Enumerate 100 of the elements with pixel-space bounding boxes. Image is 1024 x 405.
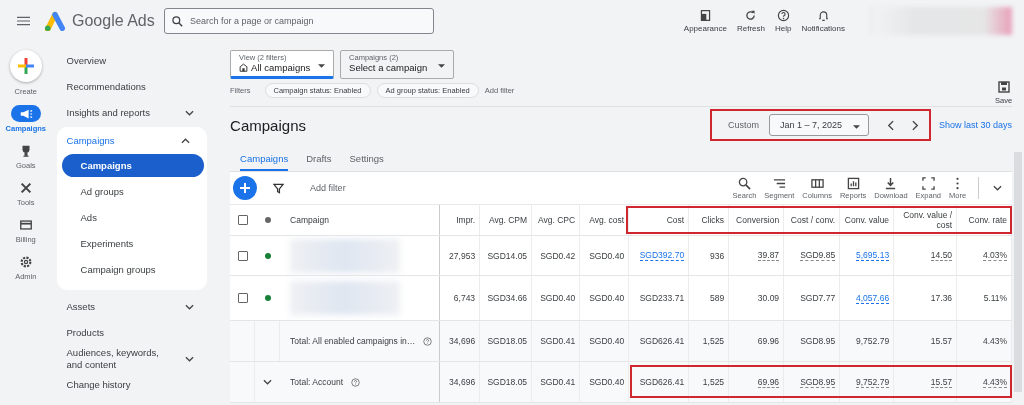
table-cell: 69.96 [757, 336, 780, 346]
table-cell: 1,525 [702, 377, 725, 387]
column-header[interactable]: Impr. [456, 215, 476, 225]
table-cell: SGD18.05 [487, 377, 528, 387]
table-cell: SGD626.41 [639, 336, 685, 346]
nav-item[interactable]: Audiences, keywords, and content [58, 346, 194, 372]
bell-icon [816, 9, 830, 22]
table-cell: SGD34.66 [487, 293, 528, 303]
table-cell: 27,953 [449, 250, 476, 261]
column-header[interactable]: Conv. rate [968, 215, 1008, 225]
chevron-icon [184, 110, 194, 116]
chevron-down-icon[interactable] [993, 185, 1003, 191]
nav-item[interactable]: Assets [58, 294, 194, 320]
menu-icon[interactable] [17, 16, 30, 26]
expand-icon [921, 176, 935, 190]
add-button[interactable] [233, 176, 258, 200]
table-cell: 9,752.79 [856, 376, 890, 388]
table-cell: 589 [709, 293, 725, 303]
table-cell: 14.50 [930, 250, 953, 261]
table-cell: 4.03% [983, 250, 1008, 261]
nav-item[interactable]: Change history [58, 372, 194, 398]
column-header[interactable]: Avg. CPC [537, 215, 576, 225]
help-icon[interactable] [423, 336, 433, 346]
tab[interactable]: Drafts [306, 143, 332, 171]
caret-icon [318, 64, 326, 68]
column-header[interactable]: Conv. value [844, 215, 890, 225]
card-icon [18, 217, 33, 232]
table-cell: 34,696 [449, 377, 476, 387]
total-label: Total: Account [290, 377, 344, 387]
table-cell: SGD0.42 [540, 250, 576, 261]
table-cell[interactable]: SGD392.70 [639, 250, 685, 261]
nav-item[interactable]: Recommendations [58, 74, 194, 100]
row-checkbox[interactable] [237, 250, 248, 261]
select-all-checkbox[interactable] [237, 215, 248, 225]
table-cell: 34,696 [449, 336, 476, 346]
table-cell: SGD0.40 [540, 293, 576, 303]
table-cell: SGD18.05 [487, 336, 528, 346]
toolbar-button[interactable]: Notifications [799, 9, 847, 33]
table-cell: SGD8.95 [800, 376, 836, 388]
nav-item[interactable]: Campaigns [56, 128, 190, 154]
chart-icon [846, 176, 860, 190]
table-cell: 39.87 [757, 250, 780, 261]
table-cell: 5.11% [983, 293, 1008, 303]
nav-subitem[interactable]: Experiments [61, 232, 204, 255]
nav-item[interactable]: Insights and reports [58, 100, 194, 126]
column-header[interactable]: Cost / conv. [790, 215, 836, 225]
plus-icon [9, 50, 42, 82]
filter-icon[interactable] [273, 182, 285, 194]
toolbar-button[interactable]: Appearance [681, 9, 729, 33]
table-cell: SGD14.05 [487, 250, 528, 261]
table-cell: 17.36 [930, 293, 953, 303]
settings-icon [18, 254, 33, 269]
add-filter-button[interactable]: Add filter [310, 183, 346, 193]
previous-icon[interactable] [887, 119, 895, 131]
table-cell: SGD9.85 [800, 250, 836, 261]
nav-item[interactable]: Overview [58, 48, 194, 74]
table-cell[interactable]: 5,695.13 [856, 250, 890, 261]
nav-item[interactable]: Products [58, 320, 194, 346]
table-cell: 69.96 [757, 376, 780, 388]
table-cell: SGD7.77 [800, 293, 836, 303]
chevron-icon [184, 356, 194, 362]
logo-icon [44, 11, 66, 31]
column-header[interactable]: Conversion [736, 215, 780, 225]
toolbar-button[interactable]: Refresh [734, 9, 767, 33]
page-title: Campaigns [230, 116, 306, 134]
column-header[interactable]: Conv. value / cost [898, 210, 953, 230]
search-field[interactable]: Search for a page or campaign [164, 8, 434, 34]
download-icon [884, 176, 898, 190]
column-header[interactable]: Avg. CPM [489, 215, 528, 225]
nav-subitem[interactable]: Ads [61, 206, 204, 229]
column-header[interactable]: Avg. cost [589, 215, 625, 225]
search-icon [172, 16, 183, 27]
column-header[interactable]: Campaign [290, 215, 329, 225]
tools-icon [18, 180, 33, 195]
table-cell: SGD8.95 [800, 336, 836, 346]
table-cell: SGD0.41 [540, 377, 576, 387]
table-cell: 4.43% [983, 376, 1008, 388]
product-name: Google Ads [72, 12, 156, 30]
tab[interactable]: Settings [349, 143, 384, 171]
nav-subitem[interactable]: Campaigns [61, 154, 204, 177]
column-header[interactable]: Clicks [701, 215, 725, 225]
next-icon[interactable] [912, 119, 920, 131]
toolbar-button[interactable]: Help [772, 9, 794, 33]
nav-subitem[interactable]: Campaign groups [61, 258, 204, 281]
table-cell: 15.57 [930, 336, 953, 346]
date-range-label: Custom [728, 120, 759, 130]
help-icon[interactable] [351, 377, 361, 387]
nav-subitem[interactable]: Ad groups [61, 180, 204, 203]
date-range-dropdown[interactable]: Jan 1 – 7, 2025 [769, 114, 870, 136]
chevron-icon [184, 304, 194, 310]
table-cell[interactable]: 4,057.66 [856, 292, 890, 304]
show-last-30-days-link[interactable]: Show last 30 days [939, 120, 1013, 130]
table-cell: 4.43% [983, 336, 1008, 346]
chevron-down-icon[interactable] [263, 379, 273, 385]
row-checkbox[interactable] [237, 293, 248, 303]
help-icon [776, 9, 790, 22]
panel-icon [698, 9, 712, 22]
table-cell: SGD0.41 [540, 336, 576, 346]
total-label: Total: All enabled campaigns in… [290, 336, 416, 346]
column-header[interactable]: Cost [666, 215, 685, 225]
